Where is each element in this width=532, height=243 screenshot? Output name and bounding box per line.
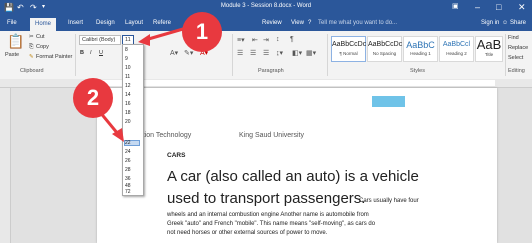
callout-2-badge: 2 xyxy=(73,78,113,118)
callout-1-badge: 1 xyxy=(182,12,222,52)
callout-1-arrowhead xyxy=(138,34,150,46)
callout-arrows xyxy=(88,25,191,142)
